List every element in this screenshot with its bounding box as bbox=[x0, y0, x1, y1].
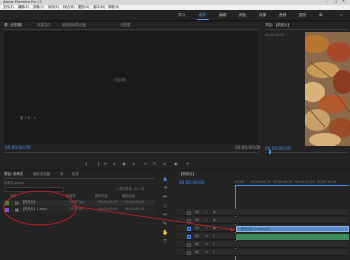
annotation-ellipse bbox=[3, 190, 77, 226]
annotation-overlay bbox=[3, 190, 236, 232]
annotation-arrow-line bbox=[71, 205, 236, 231]
annotation-arrow-head bbox=[230, 227, 235, 232]
